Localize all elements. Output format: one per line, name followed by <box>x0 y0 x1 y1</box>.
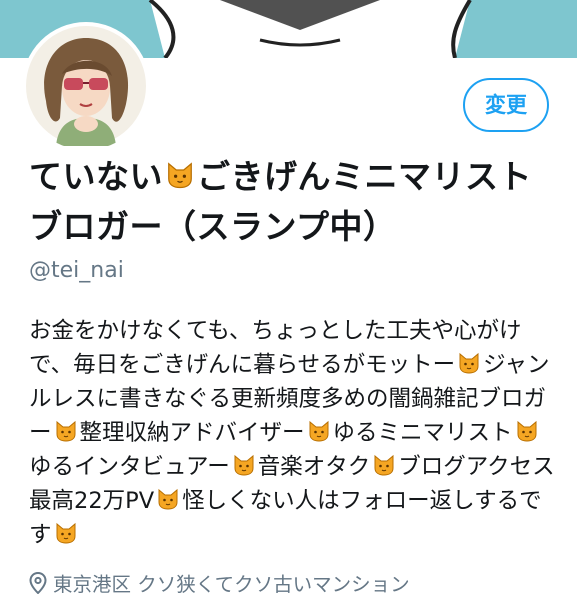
edit-profile-button[interactable]: 変更 <box>463 78 549 132</box>
cat-icon <box>54 419 78 443</box>
cat-icon <box>307 419 331 443</box>
profile-display-name: ていない ごきげんミニマリストブロガー（スランプ中） <box>29 152 559 252</box>
cat-icon <box>372 453 396 477</box>
bio-text-4: ゆるミニマリスト <box>332 420 513 446</box>
bio-text-5: ゆるインタビュアー <box>29 454 230 480</box>
profile-avatar[interactable] <box>22 22 150 150</box>
cat-icon <box>165 160 195 190</box>
location-text: 東京港区 クソ狭くてクソ古いマンション <box>53 573 410 596</box>
cat-icon <box>156 487 180 511</box>
cat-icon <box>515 419 539 443</box>
bio-text-6: 音楽オタク <box>257 454 371 480</box>
profile-location: 東京港区 クソ狭くてクソ古いマンション <box>29 568 410 597</box>
avatar-illustration <box>26 26 146 146</box>
bio-text-1: お金をかけなくても、ちょっとした工夫や心がけで、毎日をごきげんに暮らせるがモット… <box>29 318 522 378</box>
cat-icon <box>54 521 78 545</box>
display-name-part1: ていない <box>29 157 163 196</box>
profile-bio: お金をかけなくても、ちょっとした工夫や心がけで、毎日をごきげんに暮らせるがモット… <box>29 314 561 552</box>
cat-icon <box>457 351 481 375</box>
bio-text-3: 整理収納アドバイザー <box>79 420 305 446</box>
location-pin-icon <box>29 572 47 594</box>
profile-handle: @tei_nai <box>29 258 124 283</box>
cat-icon <box>232 453 256 477</box>
